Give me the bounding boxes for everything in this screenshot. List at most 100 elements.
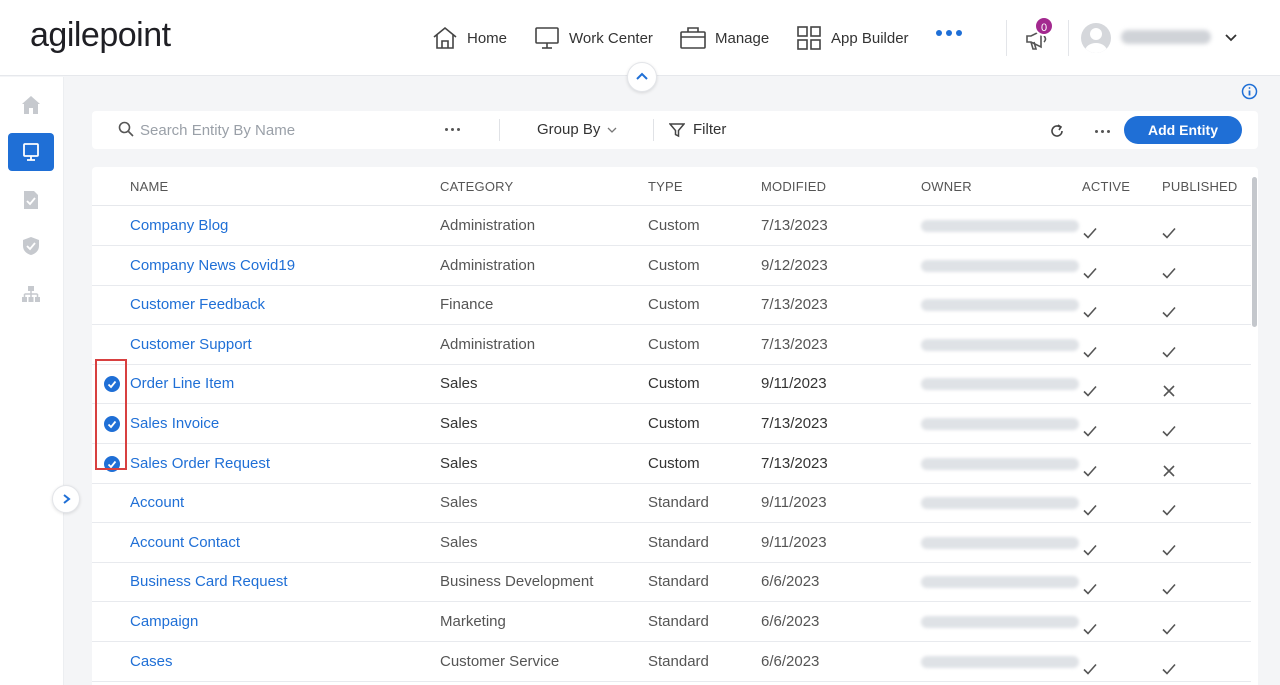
username-redacted[interactable] <box>1121 30 1211 44</box>
sidebar-item-documents[interactable] <box>8 181 54 219</box>
notification-badge: 0 <box>1034 16 1054 36</box>
user-icon <box>1085 28 1107 53</box>
avatar[interactable] <box>1081 23 1111 53</box>
entity-owner-redacted <box>921 536 1079 549</box>
entity-name-link[interactable]: Campaign <box>130 602 198 642</box>
entity-category: Administration <box>440 256 536 274</box>
entity-name-link[interactable]: Cases <box>130 642 173 682</box>
table-row[interactable]: Customer Feedback Finance Custom 7/13/2023 <box>92 285 1251 326</box>
header-divider <box>1006 20 1007 56</box>
entity-category: Finance <box>440 296 494 314</box>
entity-name-link[interactable]: Company Blog <box>130 206 228 246</box>
table-row[interactable]: Order Line Item Sales Custom 9/11/2023 <box>92 364 1251 405</box>
nav-app-builder[interactable]: App Builder <box>795 22 909 54</box>
home-icon <box>433 26 457 49</box>
add-entity-button[interactable]: Add Entity <box>1124 116 1242 144</box>
sidebar-item-org-chart[interactable] <box>8 275 54 313</box>
check-icon <box>1161 336 1177 358</box>
column-header-owner[interactable]: OWNER <box>921 179 972 194</box>
monitor-icon <box>23 143 39 161</box>
table-row[interactable]: Campaign Marketing Standard 6/6/2023 <box>92 602 1251 642</box>
entity-owner-redacted <box>921 259 1079 272</box>
entity-name-link[interactable]: Sales Invoice <box>130 404 219 444</box>
entity-category: Sales <box>440 375 478 393</box>
check-icon <box>1161 296 1177 318</box>
table-row[interactable]: Sales Order Request Sales Custom 7/13/2023 <box>92 444 1251 484</box>
nav-work-center[interactable]: Work Center <box>533 22 653 54</box>
entity-name-link[interactable]: Account Contact <box>130 523 240 563</box>
collapse-header-button[interactable] <box>627 62 657 92</box>
check-icon <box>1161 494 1177 516</box>
column-header-modified[interactable]: MODIFIED <box>761 179 826 194</box>
expand-sidebar-button[interactable] <box>52 485 80 513</box>
entity-name-link[interactable]: Company News Covid19 <box>130 246 295 286</box>
entity-table: NAME CATEGORY TYPE MODIFIED OWNER ACTIVE… <box>92 167 1258 685</box>
briefcase-icon <box>680 27 706 49</box>
header-divider <box>1068 20 1069 56</box>
more-nav-icon[interactable] <box>936 30 962 36</box>
nav-manage-label: Manage <box>715 29 770 47</box>
check-icon <box>1161 217 1177 239</box>
check-icon <box>1161 257 1177 279</box>
sidebar-item-work-center[interactable] <box>8 133 54 171</box>
sidebar <box>0 77 64 685</box>
check-icon <box>1082 217 1098 239</box>
entity-modified: 7/13/2023 <box>761 217 828 234</box>
search-input[interactable] <box>140 119 430 141</box>
entity-category: Sales <box>440 494 478 512</box>
nav-home[interactable]: Home <box>431 22 507 54</box>
entity-owner-redacted <box>921 418 1079 430</box>
sidebar-item-security[interactable] <box>8 227 54 265</box>
entity-type: Standard <box>648 494 709 512</box>
entity-type: Standard <box>648 613 709 630</box>
entity-name-link[interactable]: Order Line Item <box>130 364 234 404</box>
chevron-down-icon[interactable] <box>1224 30 1238 44</box>
agilepoint-logo[interactable]: agilepoint <box>30 16 171 55</box>
table-row[interactable]: Business Card Request Business Developmen… <box>92 562 1251 603</box>
info-icon[interactable] <box>1241 83 1258 100</box>
entity-category: Customer Service <box>440 652 560 670</box>
nav-app-builder-label: App Builder <box>831 29 909 47</box>
entity-name-link[interactable]: Business Card Request <box>130 562 288 602</box>
entity-name-link[interactable]: Customer Feedback <box>130 285 265 325</box>
table-row[interactable]: Account Contact Sales Standard 9/11/2023 <box>92 523 1251 563</box>
vertical-scrollbar[interactable] <box>1251 167 1258 685</box>
entity-name-link[interactable]: Customer Support <box>130 325 252 365</box>
entity-modified: 9/11/2023 <box>761 533 827 551</box>
entity-toolbar: Group By Filter Add Entity <box>92 111 1258 149</box>
table-row[interactable]: Account Sales Standard 9/11/2023 <box>92 483 1251 524</box>
table-row[interactable]: Company Blog Administration Custom 7/13/202… <box>92 206 1251 246</box>
table-row[interactable]: Cases Customer Service Standard 6/6/2023 <box>92 642 1251 682</box>
group-by-dropdown[interactable]: Group By <box>537 121 618 138</box>
nav-manage[interactable]: Manage <box>679 22 769 54</box>
check-icon <box>1082 534 1098 556</box>
refresh-icon[interactable] <box>1049 123 1065 139</box>
cross-icon <box>1161 455 1177 477</box>
org-chart-icon <box>22 286 40 302</box>
column-header-category[interactable]: CATEGORY <box>440 179 513 194</box>
search-options-icon[interactable] <box>445 128 460 131</box>
check-icon <box>1082 415 1098 437</box>
table-row[interactable]: Customer Support Administration Custom 7/13… <box>92 325 1251 365</box>
entity-category: Sales <box>440 533 478 551</box>
sidebar-item-home[interactable] <box>8 86 54 124</box>
table-row[interactable]: Sales Invoice Sales Custom 7/13/2023 <box>92 404 1251 444</box>
column-header-published[interactable]: PUBLISHED <box>1162 179 1238 194</box>
check-icon <box>1082 336 1098 358</box>
entity-name-link[interactable]: Sales Order Request <box>130 444 270 484</box>
toolbar-divider <box>653 119 654 141</box>
nav-work-center-label: Work Center <box>569 29 653 47</box>
column-header-active[interactable]: ACTIVE <box>1082 179 1130 194</box>
column-header-type[interactable]: TYPE <box>648 179 683 194</box>
check-icon <box>1082 494 1098 516</box>
filter-button[interactable]: Filter <box>669 121 726 138</box>
entity-modified: 9/12/2023 <box>761 256 828 274</box>
entity-owner-redacted <box>921 576 1079 589</box>
entity-modified: 6/6/2023 <box>761 652 820 670</box>
entity-name-link[interactable]: Account <box>130 483 184 523</box>
scrollbar-thumb[interactable] <box>1252 177 1257 327</box>
table-row[interactable]: Company News Covid19 Administration Custom… <box>92 246 1251 286</box>
entity-modified: 6/6/2023 <box>761 573 820 591</box>
column-header-name[interactable]: NAME <box>130 179 168 194</box>
more-options-icon[interactable] <box>1095 130 1110 133</box>
